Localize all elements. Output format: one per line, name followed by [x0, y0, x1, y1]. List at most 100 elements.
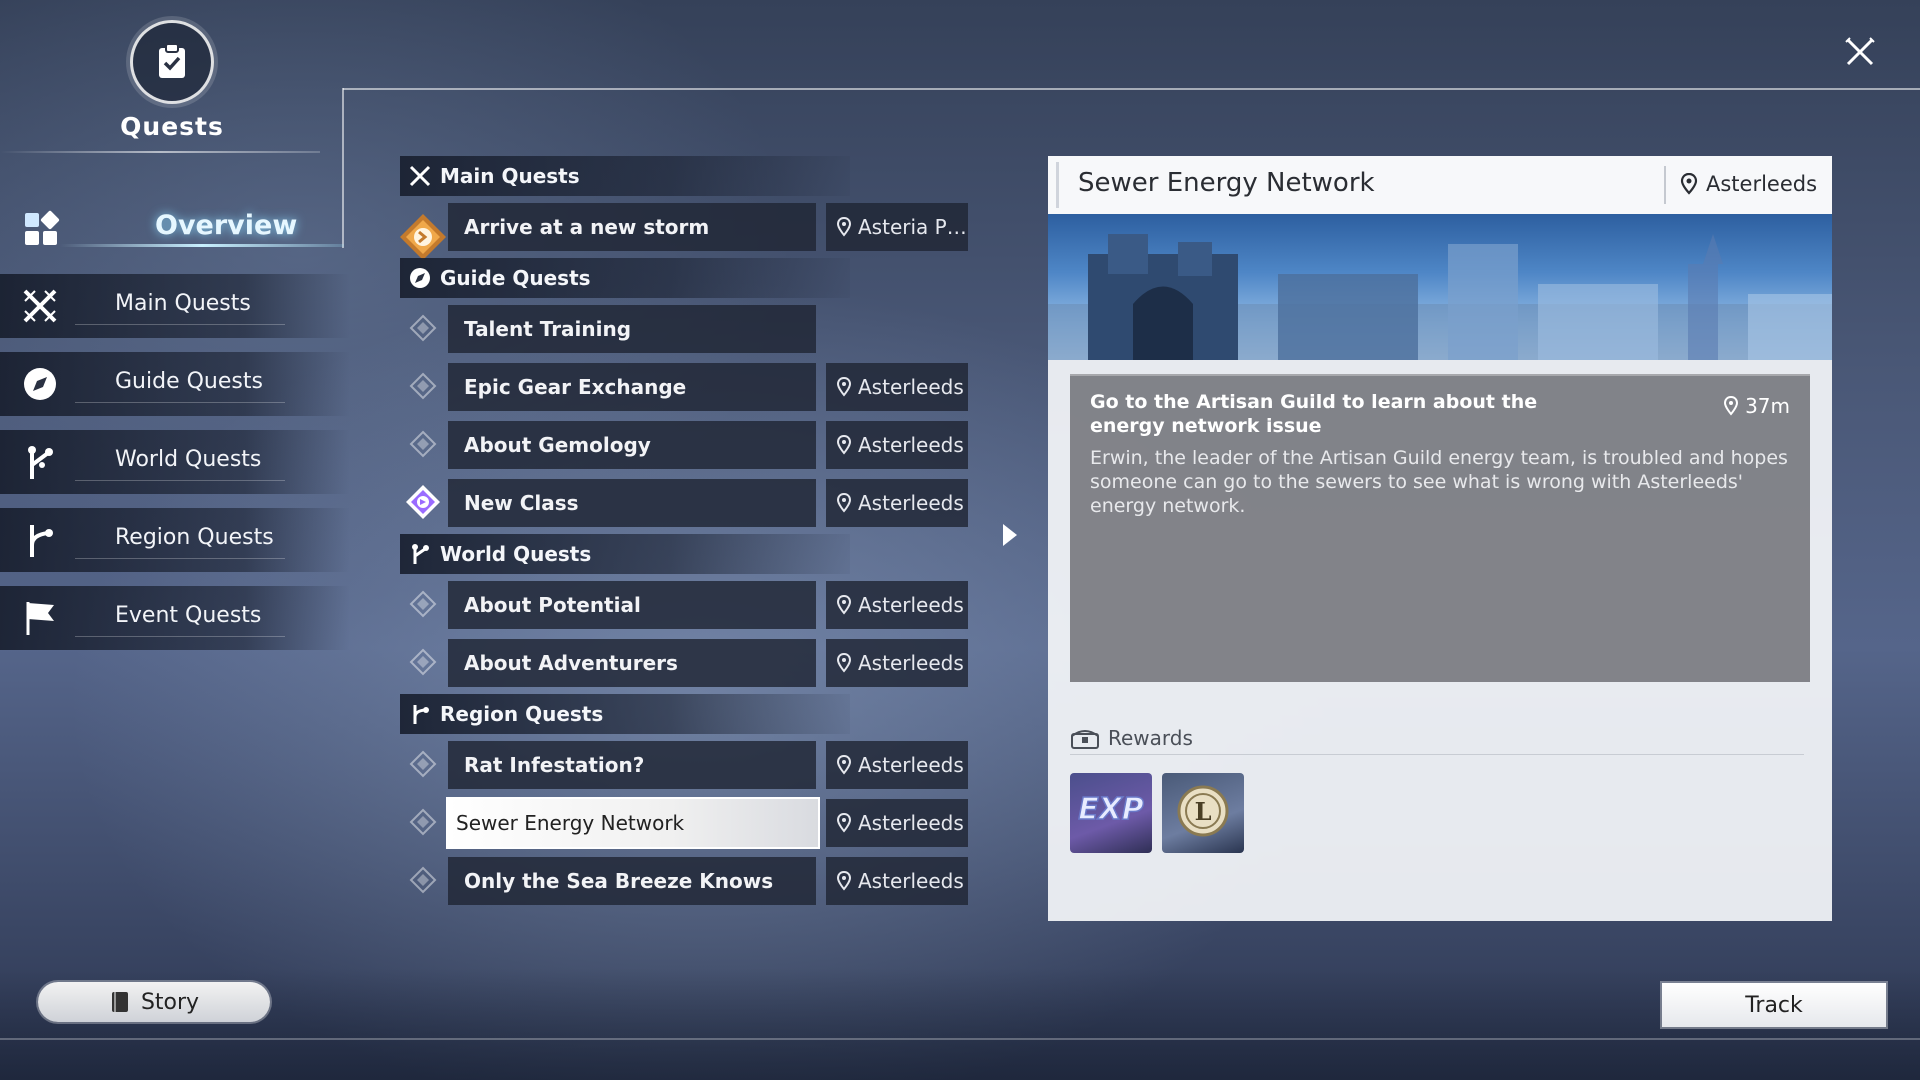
main-quest-marker-icon	[398, 212, 448, 262]
diamond-marker-icon	[409, 372, 437, 400]
objective-text: Go to the Artisan Guild to learn about t…	[1090, 391, 1538, 437]
quest-label: Sewer Energy Network	[456, 811, 685, 835]
detail-location-label: Asterleeds	[1706, 172, 1818, 196]
diamond-marker-icon	[409, 750, 437, 778]
clipboard-check-icon	[159, 43, 185, 78]
quest-label: Only the Sea Breeze Knows	[464, 869, 774, 893]
quest-location: Asterleeds	[826, 421, 968, 469]
exp-icon: EXP	[1077, 791, 1144, 828]
sidebar-item-label: Guide Quests	[115, 369, 263, 394]
rewards-divider	[1070, 754, 1804, 755]
nav-underline	[75, 558, 285, 559]
location-pin-icon	[836, 653, 852, 673]
nav-underline	[75, 402, 285, 403]
category-label: Guide Quests	[440, 266, 591, 290]
location-label: Asterleeds	[858, 651, 964, 675]
sidebar-item-world-quests[interactable]: World Quests	[0, 430, 350, 494]
objective-box: Go to the Artisan Guild to learn about t…	[1070, 374, 1810, 682]
quest-location: Asterleeds	[826, 799, 968, 847]
quest-location: Asterleeds	[826, 363, 968, 411]
quest-label: About Potential	[464, 593, 641, 617]
quest-row[interactable]: About Gemology	[448, 421, 816, 469]
quest-row[interactable]: Arrive at a new storm	[448, 203, 816, 251]
header-accent	[1056, 162, 1059, 208]
location-pin-icon	[836, 755, 852, 775]
category-label: Region Quests	[440, 702, 604, 726]
close-button[interactable]	[1842, 34, 1878, 70]
nav-underline	[75, 480, 285, 481]
quest-label: About Gemology	[464, 433, 651, 457]
track-button[interactable]: Track	[1662, 983, 1886, 1027]
diamond-marker-icon	[409, 430, 437, 458]
quest-row[interactable]: Epic Gear Exchange	[448, 363, 816, 411]
fork-icon	[20, 522, 60, 558]
diamond-marker-icon	[409, 808, 437, 836]
sidebar-item-event-quests[interactable]: Event Quests	[0, 586, 350, 650]
quest-location: Asterleeds	[826, 857, 968, 905]
location-pin-icon	[836, 813, 852, 833]
compass-icon	[20, 366, 60, 402]
quest-row[interactable]: About Adventurers	[448, 639, 816, 687]
bottom-bar-bg	[0, 968, 1920, 1080]
quest-label: About Adventurers	[464, 651, 678, 675]
location-label: Asteria P…	[858, 215, 967, 239]
fork-icon	[408, 702, 432, 726]
sidebar-item-main-quests[interactable]: Main Quests	[0, 274, 350, 338]
frame-line-bottom	[0, 1038, 1920, 1040]
sidebar-item-label: Event Quests	[115, 603, 262, 628]
location-label: Asterleeds	[858, 375, 964, 399]
quest-row[interactable]: About Potential	[448, 581, 816, 629]
sidebar-item-guide-quests[interactable]: Guide Quests	[0, 352, 350, 416]
quest-description: Erwin, the leader of the Artisan Guild e…	[1090, 447, 1788, 517]
location-label: Asterleeds	[858, 869, 964, 893]
rewards-label: Rewards	[1108, 726, 1193, 750]
coin-icon: L	[1177, 785, 1229, 837]
close-icon	[1845, 37, 1875, 66]
story-button-label: Story	[140, 989, 200, 1015]
distance-label: 37m	[1745, 394, 1790, 418]
quest-row[interactable]: Only the Sea Breeze Knows	[448, 857, 816, 905]
category-main-quests: Main Quests	[400, 156, 850, 196]
location-pin-icon	[836, 595, 852, 615]
rewards-header: Rewards	[1070, 726, 1193, 750]
category-label: World Quests	[440, 542, 592, 566]
quest-row[interactable]: Rat Infestation?	[448, 741, 816, 789]
quest-row-selected[interactable]: Sewer Energy Network	[446, 797, 820, 849]
quest-location: Asterleeds	[826, 639, 968, 687]
location-pin-icon	[836, 377, 852, 397]
story-button[interactable]: Story	[38, 982, 270, 1022]
overview-icon	[22, 210, 60, 248]
nav-underline	[75, 324, 285, 325]
compass-icon	[408, 266, 432, 290]
sidebar-item-overview[interactable]: Overview	[0, 200, 344, 258]
quest-label: New Class	[464, 491, 579, 515]
diamond-marker-icon	[409, 590, 437, 618]
quest-label: Epic Gear Exchange	[464, 375, 687, 399]
location-label: Asterleeds	[858, 433, 964, 457]
flag-icon	[20, 600, 60, 636]
expand-arrow-icon[interactable]	[1003, 524, 1017, 546]
detail-title: Sewer Energy Network	[1078, 168, 1375, 198]
quest-detail-panel: Sewer Energy Network Asterleeds Go to th…	[1048, 156, 1832, 921]
crossed-swords-icon	[408, 164, 432, 188]
sidebar-item-label: Region Quests	[115, 525, 274, 550]
diamond-marker-icon	[409, 866, 437, 894]
diamond-marker-icon	[409, 648, 437, 676]
location-pin-icon	[836, 435, 852, 455]
quest-label: Talent Training	[464, 317, 632, 341]
quest-location: Asterleeds	[826, 479, 968, 527]
category-region-quests: Region Quests	[400, 694, 850, 734]
category-label: Main Quests	[440, 164, 580, 188]
sidebar-item-region-quests[interactable]: Region Quests	[0, 508, 350, 572]
treasure-chest-icon	[1071, 730, 1099, 749]
sidebar-title-divider	[0, 151, 320, 153]
book-icon	[111, 992, 128, 1012]
location-pin-icon	[836, 871, 852, 891]
quest-location: Asteria P…	[826, 203, 968, 251]
reward-exp[interactable]: EXP 300000	[1070, 773, 1152, 853]
quest-row[interactable]: Talent Training	[448, 305, 816, 353]
svg-text:EXP: EXP	[1078, 792, 1144, 827]
header-divider	[1664, 166, 1666, 204]
quest-row[interactable]: New Class	[448, 479, 816, 527]
reward-coin[interactable]: L 600	[1162, 773, 1244, 853]
